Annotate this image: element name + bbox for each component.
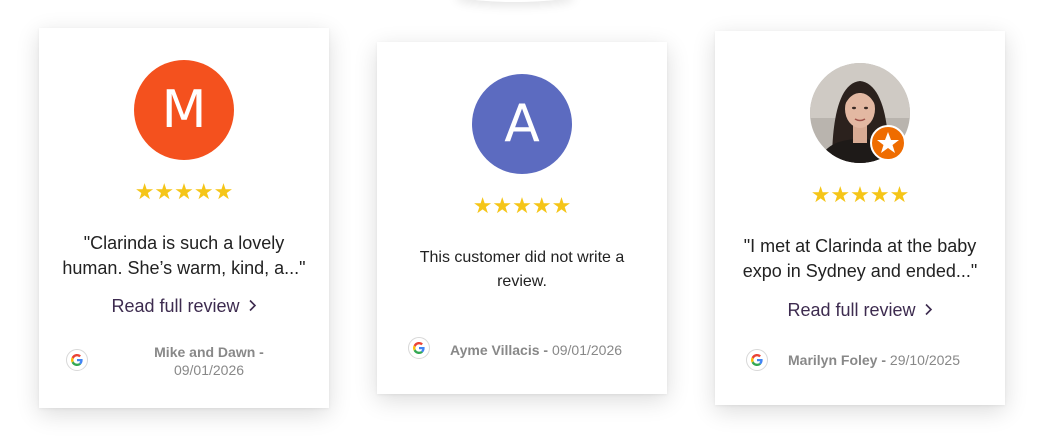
reviewer-name: Marilyn Foley (788, 352, 878, 368)
chevron-right-icon (924, 303, 933, 321)
review-text: This customer did not write a review. (419, 249, 625, 290)
review-text: "Clarinda is such a lovely human. She’s … (62, 233, 306, 278)
star-badge-icon (870, 125, 906, 161)
google-icon (408, 337, 430, 359)
review-card: M ★★★★★ "Clarinda is such a lovely human… (39, 28, 329, 408)
review-meta: Mike and Dawn - 09/01/2026 (111, 343, 307, 379)
read-full-review-link[interactable]: Read full review (39, 296, 329, 317)
star-rating: ★★★★★ (810, 183, 910, 208)
review-meta: Marilyn Foley - 29/10/2025 (788, 351, 960, 369)
meta-separator: - (543, 342, 549, 358)
avatar: A (472, 74, 572, 174)
star-rating: ★★★★★ (472, 194, 572, 219)
read-full-review-link[interactable]: Read full review (715, 300, 1005, 321)
review-text: "I met at Clarinda at the baby expo in S… (742, 236, 978, 281)
avatar: M (134, 60, 234, 160)
meta-separator: - (881, 352, 887, 368)
meta-separator: - (259, 344, 264, 360)
review-date: 09/01/2026 (551, 342, 623, 358)
read-more-label[interactable]: Read full review (787, 300, 915, 320)
review-card: A ★★★★★ This customer did not write a re… (377, 42, 667, 394)
star-rating: ★★★★★ (134, 180, 234, 205)
review-date: 09/01/2026 (173, 362, 245, 378)
chevron-right-icon (248, 299, 257, 317)
reviewer-name: Mike and Dawn (154, 344, 256, 360)
review-date: 29/10/2025 (889, 352, 960, 368)
review-card: ★★★★★ "I met at Clarinda at the baby exp… (715, 31, 1005, 405)
read-more-label[interactable]: Read full review (111, 296, 239, 316)
google-icon (746, 349, 768, 371)
review-meta: Ayme Villacis - 09/01/2026 (450, 341, 622, 359)
google-icon (66, 349, 88, 371)
reviewer-name: Ayme Villacis (450, 342, 540, 358)
reviews-carousel: M ★★★★★ "Clarinda is such a lovely human… (0, 0, 1039, 447)
partial-card-shadow (455, 0, 575, 2)
